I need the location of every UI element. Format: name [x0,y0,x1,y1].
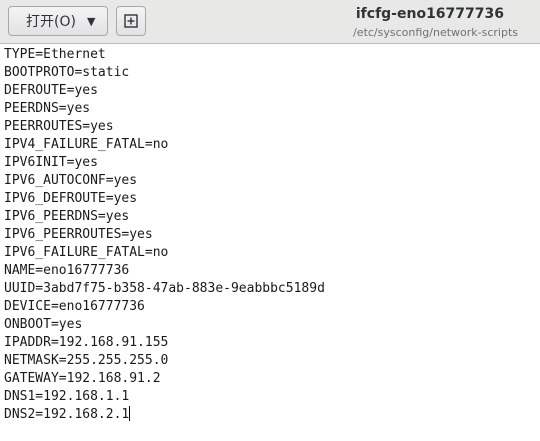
new-document-button[interactable] [116,6,146,36]
editor-line: GATEWAY=192.168.91.2 [4,370,161,388]
editor-line-text: DNS1=192.168.1.1 [4,389,130,404]
editor-line-text: BOOTPROTO=static [4,65,130,80]
editor-line: UUID=3abd7f75-b358-47ab-883e-9eabbbc5189… [4,280,325,298]
editor-line: DEFROUTE=yes [4,82,98,100]
editor-line: IPV6_PEERDNS=yes [4,208,129,226]
editor-line: IPV6_PEERROUTES=yes [4,226,153,244]
editor-line-text: ONBOOT=yes [4,317,83,332]
new-document-icon [124,14,138,28]
editor-line: NETMASK=255.255.255.0 [4,352,168,370]
editor-line: IPV6_AUTOCONF=yes [4,172,137,190]
editor-line: DEVICE=eno16777736 [4,298,145,316]
chevron-down-icon: ▼ [87,15,96,28]
editor-line: DNS1=192.168.1.1 [4,388,129,406]
document-path: /etc/sysconfig/network-scripts [353,26,518,39]
text-editor-window: 打开(O) ▼ ifcfg-eno16777736 /etc/sysconfig… [0,0,540,441]
editor-line-text: IPV6_AUTOCONF=yes [4,173,138,188]
editor-line: IPV4_FAILURE_FATAL=no [4,136,168,154]
editor-line: IPADDR=192.168.91.155 [4,334,168,352]
editor-line-text: NETMASK=255.255.255.0 [4,353,169,368]
editor-line: PEERROUTES=yes [4,118,114,136]
editor-line-text: DEFROUTE=yes [4,83,98,98]
editor-line-text: IPV6_PEERROUTES=yes [4,227,153,242]
editor-line-text: IPADDR=192.168.91.155 [4,335,169,350]
editor-line-text: IPV6_FAILURE_FATAL=no [4,245,169,260]
editor-line: IPV6_DEFROUTE=yes [4,190,137,208]
header-bar: 打开(O) ▼ ifcfg-eno16777736 /etc/sysconfig… [0,0,540,44]
editor-line: IPV6_FAILURE_FATAL=no [4,244,168,262]
editor-line-text: NAME=eno16777736 [4,263,130,278]
editor-line-text: DNS2=192.168.2.1 [4,407,130,422]
editor-line: BOOTPROTO=static [4,64,129,82]
text-editor-area[interactable]: TYPE=Ethernet BOOTPROTO=static DEFROUTE=ye… [0,44,540,441]
open-file-button[interactable]: 打开(O) ▼ [8,6,108,36]
editor-line-text: PEERDNS=yes [4,101,91,116]
editor-line-text: IPV6INIT=yes [4,155,98,170]
open-button-label: 打开(O) [26,14,76,30]
editor-line: NAME=eno16777736 [4,262,129,280]
editor-line-text: TYPE=Ethernet [4,47,106,62]
editor-line: DNS2=192.168.2.1 [4,406,131,424]
editor-line-text: GATEWAY=192.168.91.2 [4,371,161,386]
editor-line-text: IPV6_DEFROUTE=yes [4,191,138,206]
editor-line: ONBOOT=yes [4,316,82,334]
text-cursor [129,406,131,421]
editor-line-text: PEERROUTES=yes [4,119,114,134]
editor-line: PEERDNS=yes [4,100,90,118]
document-title: ifcfg-eno16777736 [355,6,504,22]
editor-line: IPV6INIT=yes [4,154,98,172]
editor-line-text: UUID=3abd7f75-b358-47ab-883e-9eabbbc5189… [4,281,325,296]
editor-line-text: IPV6_PEERDNS=yes [4,209,130,224]
editor-line: TYPE=Ethernet [4,46,106,64]
editor-line-text: DEVICE=eno16777736 [4,299,145,314]
editor-line-text: IPV4_FAILURE_FATAL=no [4,137,169,152]
